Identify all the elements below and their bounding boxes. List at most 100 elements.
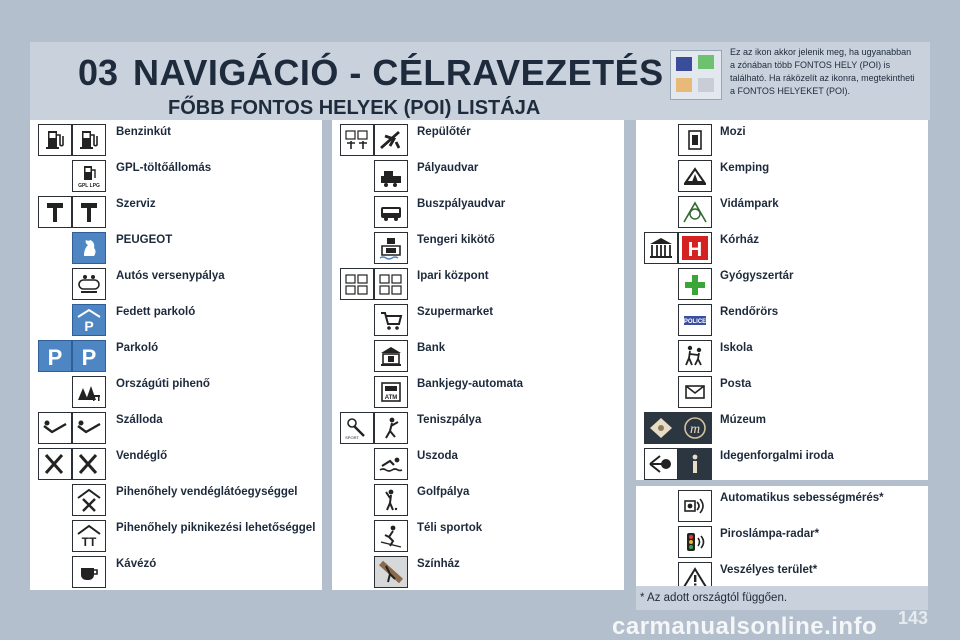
poi-label: Kórház [720, 234, 759, 246]
cluster-note: Ez az ikon akkor jelenik meg, ha ugyanab… [730, 46, 930, 98]
poi-label: Idegenforgalmi iroda [720, 450, 834, 462]
poi-item: Bank [332, 340, 624, 374]
poi-item: GPL LPG GPL-töltőállomás [30, 160, 322, 194]
poi-label: Golfpálya [417, 486, 470, 498]
rest-area-icon [72, 376, 106, 408]
bed-icon [72, 412, 106, 444]
rest-picnic-icon: TT [72, 520, 106, 552]
poi-item: POLICE Rendőrörs [636, 304, 928, 338]
cutlery-icon [72, 448, 106, 480]
poi-item: Színház [332, 556, 624, 590]
info-icon [678, 448, 712, 480]
traffic-light-radar-icon [678, 526, 712, 558]
envelope-icon [678, 376, 712, 408]
poi-label: Teniszpálya [417, 414, 482, 426]
poi-column-1: Benzinkút GPL LPG GPL-töltőállomás Szerviz P… [30, 120, 322, 590]
poi-label: Vendéglő [116, 450, 168, 462]
poi-label: Pihenőhely piknikezési lehetőséggel [116, 522, 316, 534]
poi-item: Idegenforgalmi iroda [636, 448, 928, 482]
cluster-square-grey [698, 78, 714, 92]
poi-label: Uszoda [417, 450, 458, 462]
cluster-square-orange [676, 78, 692, 92]
cutlery-icon [38, 448, 72, 480]
camping-icon [678, 160, 712, 192]
theatre-icon [374, 556, 408, 588]
poi-item: Gyógyszertár [636, 268, 928, 302]
note-line: a FONTOS HELYEKET (POI). [730, 86, 851, 96]
svg-text:m: m [690, 422, 700, 437]
watermark: carmanualsonline.info [612, 613, 878, 640]
museum-m-icon: m [678, 412, 712, 444]
poi-item: Szálloda [30, 412, 322, 446]
poi-item: TT Pihenőhely piknikezési lehetőséggel [30, 520, 322, 554]
poi-label: Posta [720, 378, 752, 390]
poi-column-3: Mozi Kemping Vidámpark H Kórház Gyógyszertár P… [636, 120, 928, 594]
pharmacy-cross-icon [678, 268, 712, 300]
note-line: található. Ha ráközelít az ikonra, megte… [730, 73, 915, 83]
poi-item: Piroslámpa-radar* [636, 526, 928, 560]
svg-text:POLICE: POLICE [684, 319, 706, 325]
poi-label: Parkoló [116, 342, 159, 354]
hospital-h-icon: H [678, 232, 712, 264]
wrench-icon [38, 196, 72, 228]
poi-item: Vendéglő [30, 448, 322, 482]
chapter-number: 03 [78, 52, 119, 93]
gpl-fuel-icon: GPL LPG [72, 160, 106, 192]
poi-label: Gyógyszertár [720, 270, 794, 282]
poi-label: Pihenőhely vendéglátóegységgel [116, 486, 298, 498]
poi-label: Bank [417, 342, 446, 354]
poi-label: Szálloda [116, 414, 163, 426]
poi-label: Múzeum [720, 414, 766, 426]
poi-label: Kávézó [116, 558, 157, 570]
poi-label: Kemping [720, 162, 770, 174]
poi-label: Veszélyes terület* [720, 564, 818, 576]
rest-restaurant-icon [72, 484, 106, 516]
tennis-icon: SPORT [340, 412, 374, 444]
police-icon: POLICE [678, 304, 712, 336]
bank-icon [374, 340, 408, 372]
poi-label: GPL-töltőállomás [116, 162, 212, 174]
poi-label: Mozi [720, 126, 746, 138]
poi-label: Buszpályaudvar [417, 198, 506, 210]
footnote: * Az adott országtól függően. [640, 592, 788, 604]
poi-label: Szupermarket [417, 306, 494, 318]
lion-icon [72, 232, 106, 264]
poi-item: Uszoda [332, 448, 624, 482]
page-number: 143 [898, 608, 929, 628]
shopping-cart-icon [374, 304, 408, 336]
poi-item: SPORT Teniszpálya [332, 412, 624, 446]
poi-label: Téli sportok [417, 522, 483, 534]
speed-camera-icon [678, 490, 712, 522]
svg-text:P: P [48, 345, 63, 368]
race-track-icon [72, 268, 106, 300]
page-title: NAVIGÁCIÓ - CÉLRAVEZETÉS [133, 52, 664, 93]
industry-icon [374, 268, 408, 300]
note-line: Ez az ikon akkor jelenik meg, ha ugyanab… [730, 47, 912, 57]
airplane-icon [374, 124, 408, 156]
poi-item: Golfpálya [332, 484, 624, 518]
industry-icon [340, 268, 374, 300]
atm-icon: ATM [374, 376, 408, 408]
poi-label: Automatikus sebességmérés* [720, 492, 884, 504]
poi-item: Vidámpark [636, 196, 928, 230]
poi-label: Tengeri kikötő [417, 234, 495, 246]
fuel-pump-icon [72, 124, 106, 156]
svg-text:P: P [84, 318, 93, 332]
swimmer-icon [374, 448, 408, 480]
svg-text:ATM: ATM [385, 395, 398, 401]
parking-icon: P [72, 340, 106, 372]
poi-item: P Fedett parkoló [30, 304, 322, 338]
cluster-square-blue [676, 57, 692, 71]
poi-item: Benzinkút [30, 124, 322, 158]
film-icon [678, 124, 712, 156]
poi-item: Posta [636, 376, 928, 410]
poi-item: Mozi [636, 124, 928, 158]
poi-label: Iskola [720, 342, 753, 354]
museum-icon [644, 412, 678, 444]
poi-item: Kávézó [30, 556, 322, 590]
amusement-park-icon [678, 196, 712, 228]
svg-text:SPORT: SPORT [345, 435, 359, 440]
wrench-icon [72, 196, 106, 228]
poi-item: P P Parkoló [30, 340, 322, 374]
poi-item: Téli sportok [332, 520, 624, 554]
